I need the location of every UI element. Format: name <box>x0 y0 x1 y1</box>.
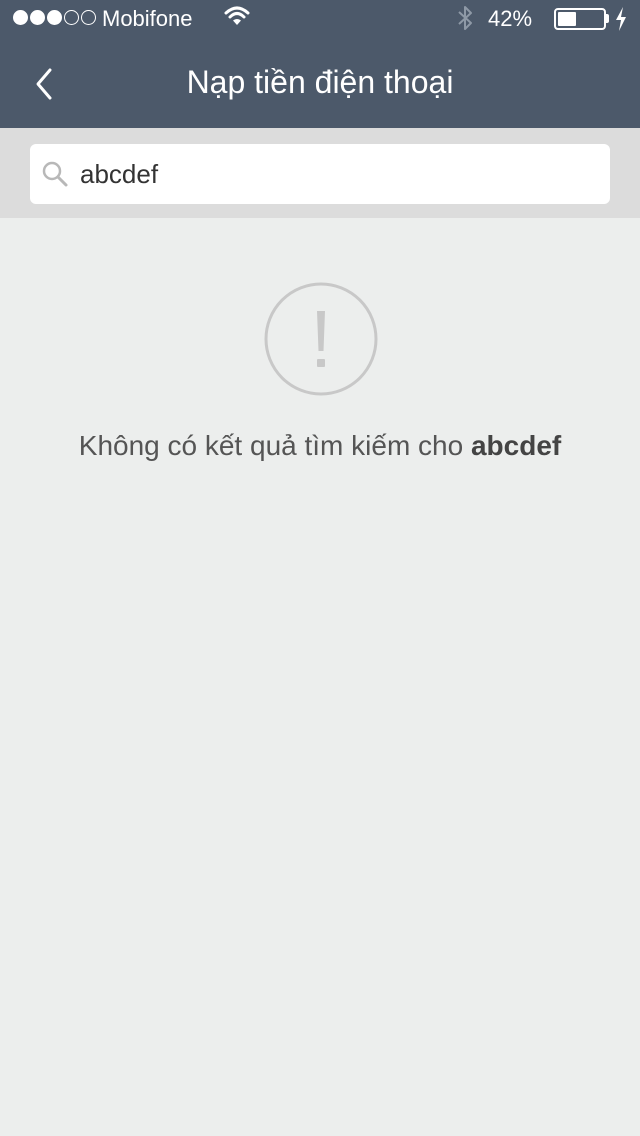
signal-dot <box>13 10 28 25</box>
charging-bolt-icon <box>616 7 626 31</box>
header: Mobifone 42% Nạp tiền điện thoại <box>0 0 640 128</box>
search-box[interactable] <box>30 144 610 204</box>
signal-strength-icon <box>13 10 96 25</box>
bluetooth-icon <box>458 6 472 30</box>
search-icon <box>42 161 68 187</box>
navigation-bar: Nạp tiền điện thoại <box>0 40 640 128</box>
search-input[interactable] <box>80 144 600 204</box>
page-title: Nạp tiền điện thoại <box>186 64 454 100</box>
no-results-message: Không có kết quả tìm kiếm cho abcdef <box>0 430 640 462</box>
search-bar-container <box>0 128 640 218</box>
search-query-text: abcdef <box>470 430 562 461</box>
signal-dot <box>30 10 45 25</box>
status-bar: Mobifone 42% <box>0 0 640 40</box>
battery-nub <box>606 14 609 23</box>
no-results-text: Không có kết quả tìm kiếm cho <box>78 430 471 461</box>
battery-icon <box>554 8 606 30</box>
wifi-icon <box>224 6 250 25</box>
signal-dot <box>81 10 96 25</box>
signal-dot <box>64 10 79 25</box>
exclamation-circle-icon <box>264 282 378 396</box>
battery-percent: 42% <box>488 6 533 31</box>
signal-dot <box>47 10 62 25</box>
battery-level-fill <box>558 12 576 26</box>
carrier-name: Mobifone <box>102 6 193 31</box>
